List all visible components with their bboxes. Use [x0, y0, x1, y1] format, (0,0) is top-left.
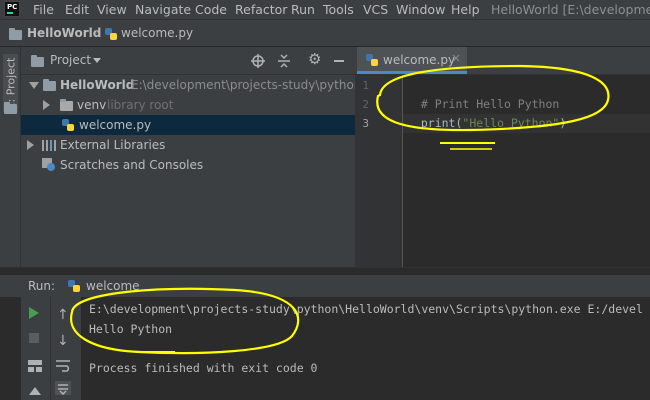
scroll-up-arrow-icon[interactable]: ↑ — [57, 307, 69, 323]
menu-edit[interactable]: Edit — [65, 0, 89, 19]
menu-view[interactable]: View — [97, 0, 127, 19]
line-number: 3 — [362, 117, 369, 130]
logo-text: PC — [7, 3, 18, 11]
run-panel-header: Run: welcome — [0, 275, 650, 297]
tree-item-label: HelloWorld — [60, 78, 135, 92]
folder-icon — [9, 28, 22, 40]
folder-icon — [60, 99, 73, 111]
project-panel-header: Project ⚙ — [21, 47, 355, 75]
stop-icon[interactable] — [29, 333, 39, 343]
tree-item-label: Scratches and Consoles — [60, 158, 204, 172]
tree-item-label: welcome.py — [79, 118, 152, 132]
python-run-config-icon — [68, 280, 80, 292]
tree-item-external-libraries[interactable]: External Libraries — [21, 135, 355, 155]
python-file-icon — [62, 119, 74, 131]
project-view-label[interactable]: Project — [50, 53, 91, 67]
code-function: print — [420, 116, 456, 130]
console-line-output: Hello Python — [89, 322, 173, 336]
menu-vcs[interactable]: VCS — [363, 0, 388, 19]
python-file-icon — [105, 28, 117, 40]
hide-panel-icon[interactable] — [334, 60, 344, 62]
tree-item-welcome-py[interactable]: welcome.py — [21, 115, 355, 135]
window-title: HelloWorld [E:\development\p — [491, 2, 650, 17]
expand-arrow-icon[interactable] — [43, 100, 50, 110]
scroll-up-icon[interactable] — [29, 387, 41, 397]
scratches-icon — [42, 158, 55, 171]
menu-refactor[interactable]: Refactor — [235, 0, 287, 19]
code-line-2: print("Hello Python") — [407, 95, 566, 133]
tree-item-path: E:\development\projects-study\python\Hel… — [131, 78, 355, 92]
console-line-exit: Process finished with exit code 0 — [89, 361, 318, 375]
editor-tab-label: welcome.py — [383, 53, 456, 67]
menu-navigate[interactable]: Navigate — [135, 0, 191, 19]
close-tab-icon[interactable]: × — [451, 51, 461, 65]
menu-run[interactable]: Run — [291, 0, 315, 19]
breadcrumb-project[interactable]: HelloWorld — [27, 26, 101, 40]
pycharm-logo-icon: PC — [4, 1, 20, 17]
project-view-icon — [31, 55, 44, 67]
tree-item-scratches[interactable]: Scratches and Consoles — [21, 155, 355, 175]
run-label: Run: — [28, 279, 56, 293]
editor-tab-welcome-py[interactable]: welcome.py × — [357, 47, 467, 74]
menu-bar: PC File Edit View Navigate Code Refactor… — [0, 0, 650, 19]
soft-wrap-icon[interactable] — [56, 360, 70, 372]
toolbar-divider — [50, 297, 51, 400]
menu-window[interactable]: Window — [396, 0, 445, 19]
line-number: 2 — [362, 98, 369, 111]
breadcrumb: HelloWorld › welcome.py — [0, 19, 650, 47]
tree-item-label: venv — [77, 98, 107, 112]
layout-icon[interactable] — [28, 360, 42, 372]
tree-item-hint: library root — [107, 98, 174, 112]
rerun-icon[interactable] — [29, 307, 39, 319]
settings-gear-icon[interactable]: ⚙ — [308, 50, 321, 68]
strip-folder-icon — [4, 102, 17, 114]
expand-arrow-icon[interactable] — [27, 140, 34, 150]
breadcrumb-file[interactable]: welcome.py — [121, 26, 193, 40]
console-line-command: E:\development\projects-study\python\Hel… — [89, 302, 643, 316]
menu-code[interactable]: Code — [195, 0, 227, 19]
breadcrumb-separator-icon: › — [94, 25, 99, 39]
tree-item-label: External Libraries — [60, 138, 166, 152]
project-view-dropdown-icon[interactable] — [93, 58, 101, 63]
scroll-to-end-icon[interactable] — [55, 381, 71, 395]
run-config-tab[interactable]: welcome — [86, 279, 140, 293]
code-string: "Hello Python" — [462, 116, 560, 130]
menu-file[interactable]: File — [33, 0, 54, 19]
python-file-icon — [366, 54, 378, 66]
scroll-down-arrow-icon[interactable]: ↓ — [57, 333, 69, 349]
locate-file-icon[interactable] — [251, 54, 265, 68]
expand-arrow-icon[interactable] — [29, 82, 39, 89]
menu-help[interactable]: Help — [451, 0, 480, 19]
menu-tools[interactable]: Tools — [323, 0, 354, 19]
tree-item-venv[interactable]: venv library root — [21, 95, 355, 115]
tree-item-helloworld[interactable]: HelloWorld E:\development\projects-study… — [21, 75, 355, 95]
project-folder-icon — [43, 79, 56, 91]
code-paren-close: ) — [559, 116, 567, 130]
line-number: 1 — [362, 79, 369, 92]
library-icon — [42, 140, 56, 151]
collapse-all-icon[interactable] — [277, 54, 291, 68]
